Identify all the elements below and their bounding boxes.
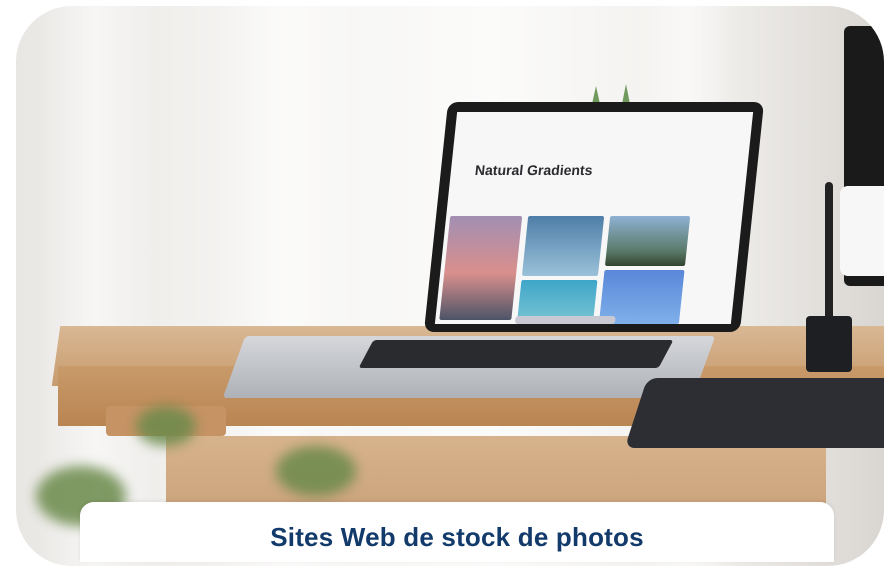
gallery-thumbnail bbox=[439, 216, 523, 320]
foreground-plant bbox=[276, 446, 356, 496]
dock-bar bbox=[514, 316, 616, 324]
pen-holder bbox=[806, 316, 852, 372]
photo-card: Natural Gradients bbox=[16, 6, 884, 566]
foreground-plant bbox=[136, 406, 196, 446]
stylus-pen bbox=[825, 182, 833, 322]
gallery-thumbnail bbox=[521, 216, 605, 276]
laptop-display: Natural Gradients bbox=[434, 112, 754, 324]
monitor-panel bbox=[840, 186, 884, 276]
plant-leaves-icon bbox=[592, 84, 630, 104]
caption-panel: Sites Web de stock de photos bbox=[80, 502, 834, 562]
screen-page-title: Natural Gradients bbox=[474, 162, 594, 178]
drawing-tablet bbox=[624, 378, 884, 448]
gallery-thumbnail bbox=[604, 216, 691, 266]
laptop-keyboard bbox=[358, 340, 674, 368]
